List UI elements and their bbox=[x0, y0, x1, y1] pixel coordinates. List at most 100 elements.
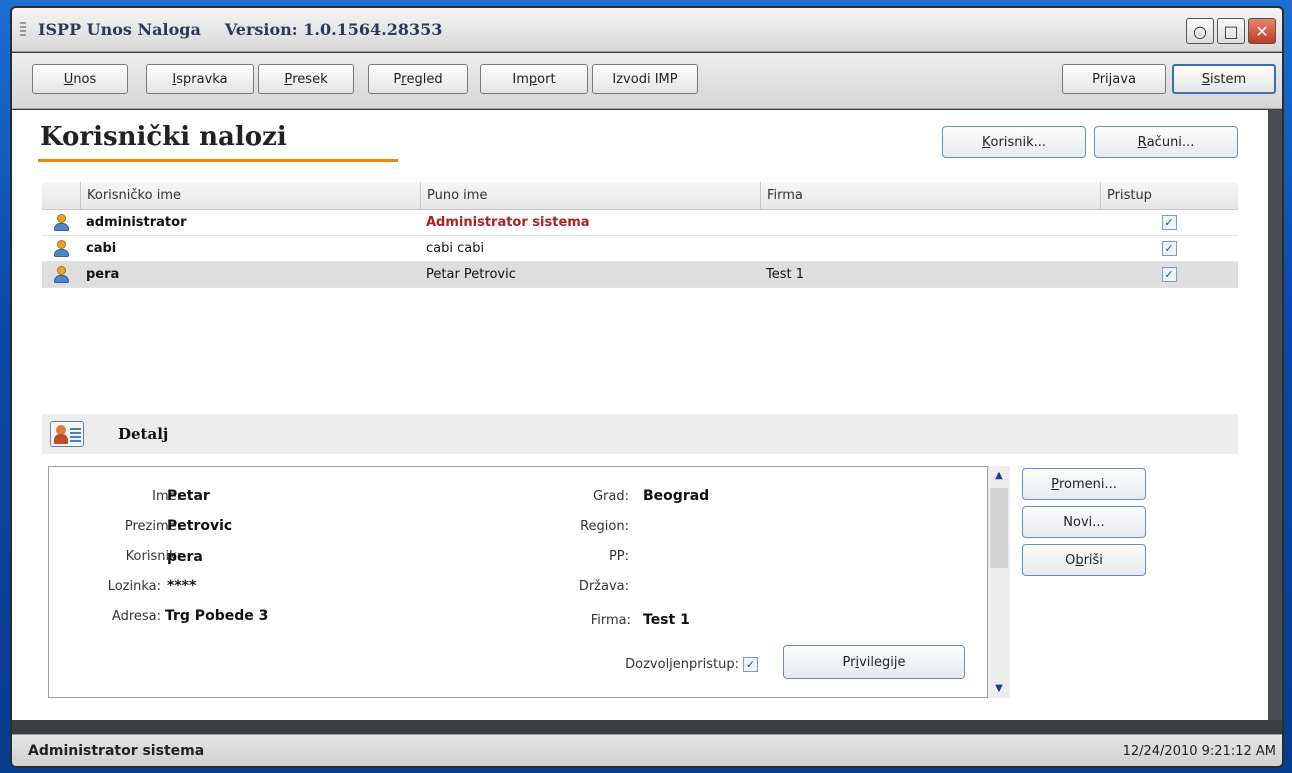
label-firma: Firma: bbox=[590, 613, 631, 628]
privilegije-button[interactable]: Pr i vilegije bbox=[783, 645, 965, 679]
import-label: ort bbox=[537, 71, 556, 87]
label-korisnik: Korisnik: bbox=[125, 549, 181, 564]
obrisi-prefix: O bbox=[1065, 552, 1076, 568]
access-checkbox[interactable]: ✓ bbox=[1161, 215, 1177, 230]
value-grad: Beograd bbox=[643, 488, 710, 504]
value-firma: Test 1 bbox=[643, 612, 690, 628]
pregled-label: egled bbox=[406, 71, 443, 87]
user-icon bbox=[53, 265, 69, 284]
racuni-label: ačuni... bbox=[1146, 134, 1195, 150]
cell-username: pera bbox=[86, 267, 120, 282]
sistem-mnemonic: S bbox=[1201, 71, 1211, 87]
label-drzava: Država: bbox=[578, 579, 629, 594]
title-underline bbox=[38, 159, 398, 162]
minimize-icon[interactable]: ○ bbox=[1186, 18, 1214, 44]
korisnik-button[interactable]: Korisnik... bbox=[942, 126, 1086, 158]
header-korisnicko-ime[interactable]: Korisničko ime bbox=[80, 182, 420, 209]
racuni-button[interactable]: Računi... bbox=[1094, 126, 1238, 158]
header-icon-col bbox=[42, 182, 80, 209]
label-pp: PP: bbox=[608, 549, 629, 564]
detail-header: Detalj bbox=[42, 414, 1238, 454]
import-prefix: Im bbox=[512, 71, 529, 87]
label-dozvoljen-pristup: Dozvoljenpristup: bbox=[625, 657, 739, 672]
obrisi-button[interactable]: Ob riši bbox=[1022, 544, 1146, 576]
obrisi-label: riši bbox=[1083, 552, 1103, 568]
row-icon-cell bbox=[42, 265, 80, 284]
izvodi-imp-button[interactable]: Izvodi IMP bbox=[592, 64, 698, 94]
korisnik-label: orisnik... bbox=[990, 134, 1046, 150]
right-edge bbox=[1268, 110, 1282, 720]
cell-full-name: Petar Petrovic bbox=[426, 267, 516, 282]
ispravka-label: spravka bbox=[176, 71, 228, 87]
racuni-mnemonic: R bbox=[1137, 134, 1147, 150]
user-icon bbox=[53, 213, 69, 232]
table-header: Korisničko ime Puno ime Firma Pristup bbox=[42, 182, 1238, 210]
status-bar: Administrator sistema 12/24/2010 9:21:12… bbox=[12, 734, 1282, 766]
dozvoljen-pristup-checkbox[interactable]: ✓ bbox=[743, 657, 758, 672]
import-mnemonic: p bbox=[528, 71, 538, 87]
prijava-prefix: Pri bbox=[1092, 71, 1109, 87]
row-icon-cell bbox=[42, 239, 80, 258]
table-row[interactable]: cabi cabi cabi ✓ bbox=[42, 236, 1238, 262]
cell-full-name: cabi cabi bbox=[426, 241, 485, 256]
close-icon[interactable]: ✕ bbox=[1248, 18, 1276, 44]
cell-access: ✓ bbox=[1100, 241, 1238, 256]
label-lozinka: Lozinka: bbox=[107, 579, 161, 594]
cell-username: cabi bbox=[86, 241, 117, 256]
status-user: Administrator sistema bbox=[28, 743, 205, 759]
prijava-button[interactable]: Pri j ava bbox=[1062, 64, 1166, 94]
import-button[interactable]: Im p ort bbox=[480, 64, 588, 94]
privilegije-prefix: Pr bbox=[842, 654, 856, 670]
maximize-icon[interactable]: □ bbox=[1217, 18, 1245, 44]
table-row[interactable]: administrator Administrator sistema ✓ bbox=[42, 210, 1238, 236]
header-puno-ime[interactable]: Puno ime bbox=[420, 182, 760, 209]
header-pristup[interactable]: Pristup bbox=[1100, 182, 1238, 209]
header-firma[interactable]: Firma bbox=[760, 182, 1100, 209]
presek-mnemonic: P bbox=[284, 71, 293, 87]
unos-button[interactable]: Unos bbox=[32, 64, 128, 94]
app-title: ISPP Unos Naloga Version: 1.0.1564.28353 bbox=[38, 20, 442, 39]
label-ime: Ime: bbox=[152, 489, 181, 504]
detail-scrollbar[interactable]: ▲ ▼ bbox=[988, 466, 1010, 698]
unos-mnemonic: U bbox=[63, 71, 74, 87]
grip-icon bbox=[20, 22, 26, 38]
main-panel: Korisnički nalozi Korisnik... Računi... … bbox=[12, 110, 1268, 720]
app-version: Version: 1.0.1564.28353 bbox=[224, 20, 443, 39]
value-prezime: Petrovic bbox=[167, 518, 233, 534]
pregled-prefix: P bbox=[393, 71, 402, 87]
toolbar: Unos Ispravka Presek Pr egled Im p ort Izvo… bbox=[12, 53, 1282, 109]
pregled-button[interactable]: Pr egled bbox=[368, 64, 468, 94]
scroll-thumb[interactable] bbox=[990, 488, 1008, 568]
sistem-label: istem bbox=[1210, 71, 1247, 87]
promeni-button[interactable]: Promeni... bbox=[1022, 468, 1146, 500]
page-title: Korisnički nalozi bbox=[40, 122, 287, 152]
privilegije-label: vilegije bbox=[859, 654, 906, 670]
detail-title: Detalj bbox=[118, 425, 169, 443]
value-lozinka: **** bbox=[167, 578, 197, 594]
title-bar[interactable]: ISPP Unos Naloga Version: 1.0.1564.28353 … bbox=[12, 8, 1282, 52]
scroll-up-icon[interactable]: ▲ bbox=[992, 470, 1006, 481]
window-controls: ○ □ ✕ bbox=[1186, 18, 1276, 44]
row-icon-cell bbox=[42, 213, 80, 232]
label-grad: Grad: bbox=[592, 489, 629, 504]
label-prezime: Prezime: bbox=[124, 519, 181, 534]
ispravka-button[interactable]: Ispravka bbox=[146, 64, 254, 94]
scroll-down-icon[interactable]: ▼ bbox=[992, 683, 1006, 694]
cell-firm: Test 1 bbox=[766, 267, 805, 282]
cell-access: ✓ bbox=[1100, 267, 1238, 282]
sistem-button[interactable]: Sistem bbox=[1172, 64, 1276, 94]
app-window: ISPP Unos Naloga Version: 1.0.1564.28353 … bbox=[10, 6, 1284, 768]
access-checkbox[interactable]: ✓ bbox=[1161, 241, 1177, 256]
cell-access: ✓ bbox=[1100, 215, 1238, 230]
user-icon bbox=[53, 239, 69, 258]
value-adresa: Trg Pobede 3 bbox=[165, 608, 269, 624]
novi-button[interactable]: Novi... bbox=[1022, 506, 1146, 538]
presek-label: resek bbox=[292, 71, 328, 87]
cell-full-name: Administrator sistema bbox=[426, 215, 590, 230]
access-checkbox[interactable]: ✓ bbox=[1161, 267, 1177, 282]
value-ime: Petar bbox=[167, 488, 210, 504]
promeni-label: romeni... bbox=[1058, 476, 1117, 492]
presek-button[interactable]: Presek bbox=[258, 64, 354, 94]
label-adresa: Adresa: bbox=[111, 609, 161, 624]
table-row-selected[interactable]: pera Petar Petrovic Test 1 ✓ bbox=[42, 262, 1238, 288]
